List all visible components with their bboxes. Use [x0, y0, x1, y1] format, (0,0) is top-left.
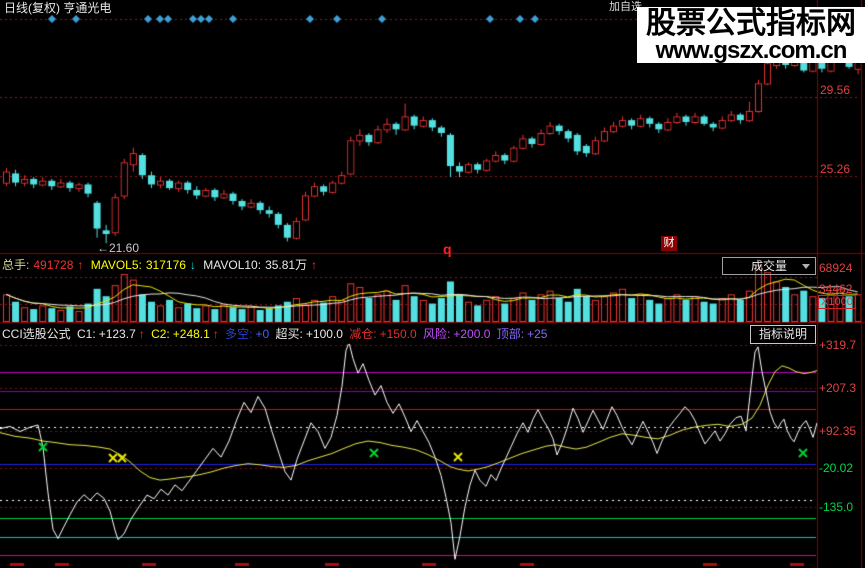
trading-app-window: 日线(复权) 亨通光电 加自选 股票公式指标网 www.gszx.com.cn …	[0, 0, 865, 568]
mavol5-value: 317176	[145, 258, 186, 272]
cci-axis-label-1: +319.7	[819, 338, 857, 352]
volume-selector-label: 成交量	[750, 259, 787, 273]
indicator-help-button[interactable]: 指标说明	[750, 325, 816, 344]
volume-axis-label-2: 34462	[819, 282, 853, 296]
up-arrow-icon: ↑	[311, 258, 318, 272]
volume-indicator-selector[interactable]: 成交量	[722, 257, 816, 275]
cci-axis-label-4: -20.02	[819, 461, 854, 475]
total-lots-value: 491728	[33, 258, 74, 272]
bull-bear-label: 多空:	[225, 327, 253, 341]
chart-title: 日线(复权) 亨通光电	[4, 1, 112, 15]
c2-label: C2:	[151, 327, 170, 341]
top-label: 顶部:	[496, 327, 525, 341]
chevron-down-icon	[802, 264, 810, 269]
c1-value: +123.7	[98, 327, 136, 341]
finance-report-marker[interactable]: 财	[661, 236, 677, 251]
c1-label: C1:	[77, 327, 96, 341]
q-event-marker: q	[443, 241, 452, 257]
total-lots-label: 总手:	[2, 258, 30, 272]
risk-value: +200.0	[453, 327, 491, 341]
top-value: +25	[527, 327, 548, 341]
chart-canvas[interactable]	[0, 0, 865, 568]
up-arrow-icon: ↑	[77, 258, 84, 272]
watermark: 股票公式指标网 www.gszx.com.cn	[637, 7, 865, 63]
mavol5-label: MAVOL5:	[90, 258, 142, 272]
overbought-label: 超买:	[275, 327, 303, 341]
price-axis-label-low: 25.26	[820, 162, 851, 176]
volume-axis-label-1: 68924	[819, 261, 853, 275]
low-price-annotation: ←21.60	[97, 241, 140, 255]
reduce-value: +150.0	[379, 327, 417, 341]
up-arrow-icon: ↑	[138, 327, 145, 341]
watermark-site-name: 股票公式指标网	[646, 7, 856, 40]
cci-axis-label-5: -135.0	[819, 500, 854, 514]
risk-label: 风险:	[423, 327, 451, 341]
cci-axis-label-2: +207.3	[819, 381, 857, 395]
cci-axis-label-3: +92.35	[819, 424, 857, 438]
c2-value: +248.1	[172, 327, 210, 341]
volume-header: 总手: 491728 ↑ MAVOL5: 317176 ↓ MAVOL10: 35.81万…	[2, 258, 321, 272]
cci-formula-name: CCI选股公式	[2, 327, 71, 341]
mavol10-label: MAVOL10:	[203, 258, 262, 272]
price-axis-label-high: 29.56	[820, 83, 851, 97]
bull-bear-value: +0	[255, 327, 270, 341]
up-arrow-icon: ↑	[212, 327, 219, 341]
overbought-value: +100.0	[305, 327, 343, 341]
volume-unit-badge: X1000	[818, 295, 856, 309]
mavol10-value: 35.81万	[265, 258, 308, 272]
reduce-label: 减仓:	[349, 327, 377, 341]
watermark-site-url: www.gszx.com.cn	[655, 37, 848, 63]
down-arrow-icon: ↓	[189, 258, 196, 272]
cci-header: CCI选股公式 C1: +123.7 ↑ C2: +248.1 ↑ 多空: +0 超买: +…	[2, 327, 748, 341]
